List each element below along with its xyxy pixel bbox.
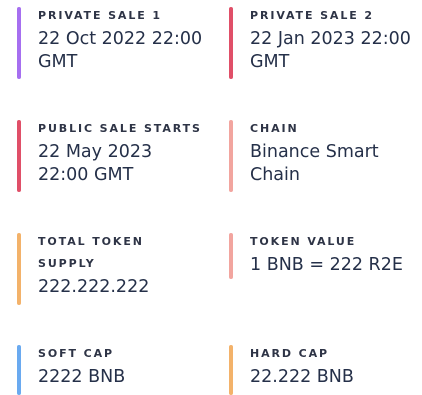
detail-value-line: 22.222 BNB — [250, 367, 354, 387]
detail-value: 22 Jan 2023 22:00 GMT — [250, 28, 422, 74]
detail-value: 22 Oct 2022 22:00 GMT — [38, 28, 207, 74]
detail-hard-cap: HARD CAP 22.222 BNB — [229, 342, 422, 395]
detail-value: Binance Smart Chain — [250, 141, 422, 187]
detail-label-line: SUPPLY — [38, 257, 96, 270]
detail-label: PRIVATE SALE 1 — [38, 9, 162, 22]
detail-value-line: GMT — [38, 52, 78, 72]
detail-token-value: TOKEN VALUE 1 BNB = 222 R2E — [229, 230, 422, 279]
detail-private-sale-2: PRIVATE SALE 2 22 Jan 2023 22:00 GMT — [229, 4, 422, 79]
accent-bar — [17, 7, 21, 79]
detail-value: 22 May 2023 22:00 GMT — [38, 141, 207, 187]
accent-bar — [229, 345, 233, 395]
detail-label: TOTAL TOKEN SUPPLY — [38, 231, 207, 275]
detail-soft-cap: SOFT CAP 2222 BNB — [17, 342, 207, 395]
detail-label: TOKEN VALUE — [250, 235, 357, 248]
accent-bar — [229, 7, 233, 79]
detail-private-sale-1: PRIVATE SALE 1 22 Oct 2022 22:00 GMT — [17, 4, 207, 79]
detail-value-line: 222.222.222 — [38, 277, 150, 297]
detail-total-token-supply: TOTAL TOKEN SUPPLY 222.222.222 — [17, 230, 207, 305]
accent-bar — [229, 120, 233, 192]
detail-label: CHAIN — [250, 122, 299, 135]
accent-bar — [17, 345, 21, 395]
detail-value: 222.222.222 — [38, 276, 207, 299]
detail-value-line: Chain — [250, 165, 300, 185]
detail-value-line: Binance Smart — [250, 142, 379, 162]
detail-label: PRIVATE SALE 2 — [250, 9, 374, 22]
detail-value: 22.222 BNB — [250, 366, 422, 389]
detail-label: PUBLIC SALE STARTS — [38, 122, 202, 135]
detail-label-line: TOTAL TOKEN — [38, 235, 144, 248]
accent-bar — [229, 233, 233, 279]
detail-value-line: 22 May 2023 — [38, 142, 153, 162]
detail-value-line: GMT — [250, 52, 290, 72]
detail-value-line: 2222 BNB — [38, 367, 126, 387]
detail-label: SOFT CAP — [38, 347, 114, 360]
detail-value: 1 BNB = 222 R2E — [250, 254, 422, 277]
detail-value-line: 22 Oct 2022 22:00 — [38, 29, 203, 49]
accent-bar — [17, 120, 21, 192]
detail-value-line: 22:00 GMT — [38, 165, 134, 185]
detail-public-sale-starts: PUBLIC SALE STARTS 22 May 2023 22:00 GMT — [17, 117, 207, 192]
accent-bar — [17, 233, 21, 305]
detail-chain: CHAIN Binance Smart Chain — [229, 117, 422, 192]
detail-value: 2222 BNB — [38, 366, 207, 389]
detail-value-line: 1 BNB = 222 R2E — [250, 255, 403, 275]
detail-label: HARD CAP — [250, 347, 329, 360]
detail-value-line: 22 Jan 2023 22:00 — [250, 29, 411, 49]
